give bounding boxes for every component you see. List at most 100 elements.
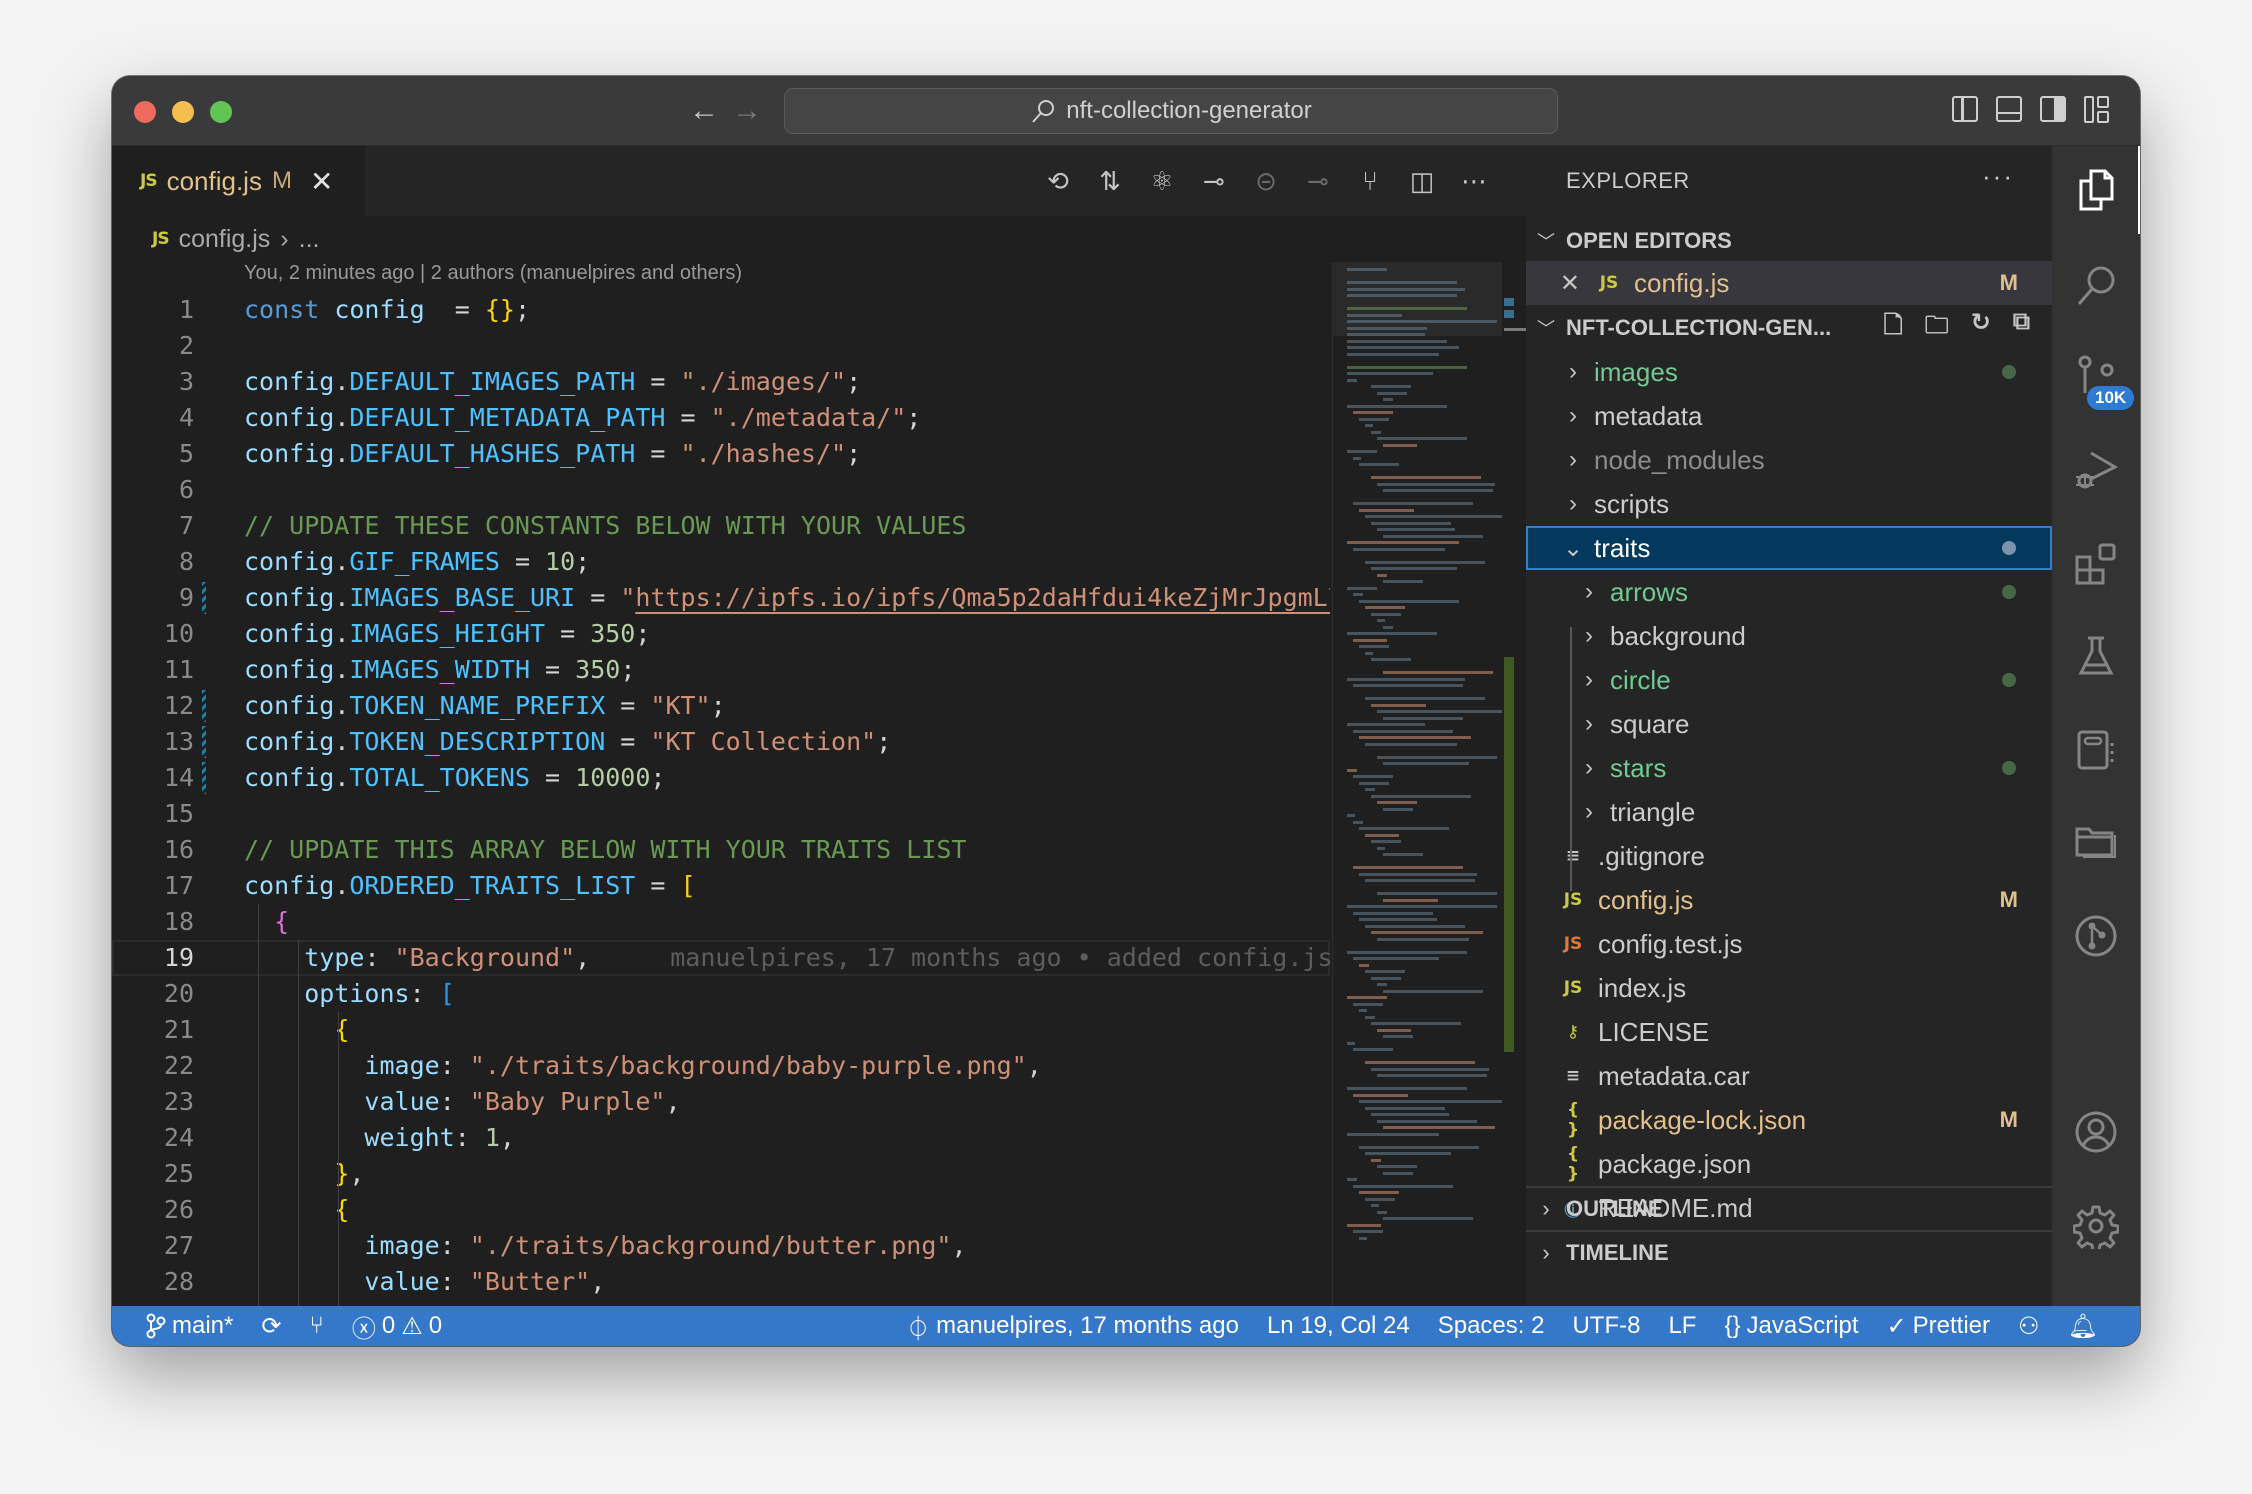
activity-notebook[interactable] <box>2052 706 2140 794</box>
tree-folder[interactable]: › circle <box>1526 658 2052 702</box>
customize-layout-icon[interactable] <box>2084 96 2110 123</box>
code-line[interactable]: 19 type: "Background", manuelpires, 17 mo… <box>112 940 1330 976</box>
status-formatter[interactable]: ✓ Prettier <box>1873 1312 2004 1341</box>
tab-config-js[interactable]: JS config.js M ✕ <box>112 146 365 216</box>
tree-folder[interactable]: › triangle <box>1526 790 2052 834</box>
tree-file[interactable]: JS config.test.js <box>1526 922 2052 966</box>
status-eol[interactable]: LF <box>1654 1312 1710 1340</box>
activity-manage[interactable] <box>2052 1182 2140 1270</box>
status-git-blame[interactable]: ⏀ manuelpires, 17 months ago <box>892 1309 1253 1344</box>
status-cursor-position[interactable]: Ln 19, Col 24 <box>1253 1312 1424 1340</box>
tree-file[interactable]: JS index.js <box>1526 966 2052 1010</box>
tree-file[interactable]: JS config.js M <box>1526 878 2052 922</box>
code-line[interactable]: 23 value: "Baby Purple", <box>112 1084 1330 1120</box>
breadcrumb-symbols[interactable]: ... <box>299 225 320 254</box>
open-editors-header[interactable]: ﹀ OPEN EDITORS <box>1526 221 2052 261</box>
code-line[interactable]: 15 <box>112 796 1330 832</box>
code-line[interactable]: 17 config.ORDERED_TRAITS_LIST = [ <box>112 868 1330 904</box>
status-live-share[interactable]: ⚇ <box>2004 1312 2054 1341</box>
toggle-panel-icon[interactable] <box>1996 96 2022 122</box>
close-window-button[interactable] <box>134 101 156 123</box>
tree-file[interactable]: ≡ metadata.car <box>1526 1054 2052 1098</box>
tree-folder[interactable]: › node_modules <box>1526 438 2052 482</box>
explorer-more-actions-icon[interactable]: ··· <box>1982 146 2014 216</box>
activity-project-manager[interactable] <box>2052 796 2140 884</box>
modified-line-gutter-marker[interactable] <box>202 582 206 614</box>
code-line[interactable]: 20 options: [ <box>112 976 1330 1012</box>
code-line[interactable]: 25 }, <box>112 1156 1330 1192</box>
modified-line-gutter-marker[interactable] <box>202 726 206 758</box>
maximize-window-button[interactable] <box>210 101 232 123</box>
code-line[interactable]: 16 // UPDATE THIS ARRAY BELOW WITH YOUR T… <box>112 832 1330 868</box>
code-line[interactable]: 26 { <box>112 1192 1330 1228</box>
tree-folder[interactable]: › background <box>1526 614 2052 658</box>
modified-line-gutter-marker[interactable] <box>202 690 206 722</box>
git-graph-icon[interactable]: ⑂ <box>1354 165 1386 197</box>
git-blame-codelens[interactable]: You, 2 minutes ago | 2 authors (manuelpi… <box>244 262 742 292</box>
minimap[interactable] <box>1332 262 1502 1306</box>
split-editor-icon[interactable]: ◫ <box>1406 165 1438 197</box>
code-line[interactable]: 5 config.DEFAULT_HASHES_PATH = "./hashes/… <box>112 436 1330 472</box>
previous-change-icon[interactable]: ⊸ <box>1198 165 1230 197</box>
activity-source-control[interactable]: 10K <box>2052 332 2140 420</box>
open-editor-item[interactable]: ✕ JS config.js M <box>1526 261 2052 305</box>
tree-file[interactable]: { } package-lock.json M <box>1526 1098 2052 1142</box>
status-sync[interactable]: ⟳ <box>247 1312 295 1341</box>
code-line[interactable]: 7 // UPDATE THESE CONSTANTS BELOW WITH YO… <box>112 508 1330 544</box>
toggle-primary-sidebar-icon[interactable] <box>1952 96 1978 122</box>
new-folder-icon[interactable]: 🗀 <box>1925 308 1949 349</box>
activity-extensions[interactable] <box>2052 520 2140 608</box>
status-git-graph[interactable]: ⑂ <box>295 1312 337 1340</box>
workspace-folder-header[interactable]: ﹀ NFT-COLLECTION-GEN... 🗋 🗀 ↻ ⧉ <box>1526 308 2052 348</box>
code-editor[interactable]: 1 const config = {}; 2 3 config.DEFAULT_IMAG… <box>112 292 1330 1306</box>
code-line[interactable]: 27 image: "./traits/background/butter.pn… <box>112 1228 1330 1264</box>
code-line[interactable]: 4 config.DEFAULT_METADATA_PATH = "./metad… <box>112 400 1330 436</box>
activity-explorer[interactable] <box>2052 146 2140 234</box>
code-line[interactable]: 22 image: "./traits/background/baby-purp… <box>112 1048 1330 1084</box>
close-editor-icon[interactable]: ✕ <box>1526 269 1580 298</box>
status-problems[interactable]: ⓧ 0 ⚠ 0 <box>338 1309 456 1344</box>
tree-folder[interactable]: › stars <box>1526 746 2052 790</box>
code-line[interactable]: 11 config.IMAGES_WIDTH = 350; <box>112 652 1330 688</box>
close-tab-icon[interactable]: ✕ <box>310 165 333 198</box>
outline-section-header[interactable]: › OUTLINE <box>1526 1186 2052 1230</box>
activity-search[interactable] <box>2052 242 2140 330</box>
code-line[interactable]: 24 weight: 1, <box>112 1120 1330 1156</box>
code-line[interactable]: 10 config.IMAGES_HEIGHT = 350; <box>112 616 1330 652</box>
code-line[interactable]: 18 { <box>112 904 1330 940</box>
tree-folder[interactable]: › square <box>1526 702 2052 746</box>
code-line[interactable]: 28 value: "Butter", <box>112 1264 1330 1300</box>
collapse-all-icon[interactable]: ⧉ <box>2013 308 2030 349</box>
timeline-section-header[interactable]: › TIMELINE <box>1526 1230 2052 1274</box>
go-forward-button[interactable]: → <box>732 94 762 128</box>
tree-folder[interactable]: › arrows <box>1526 570 2052 614</box>
code-line[interactable]: 6 <box>112 472 1330 508</box>
code-line[interactable]: 3 config.DEFAULT_IMAGES_PATH = "./images/… <box>112 364 1330 400</box>
open-changes-icon[interactable]: ⇅ <box>1094 165 1126 197</box>
toggle-secondary-sidebar-icon[interactable] <box>2040 96 2066 122</box>
activity-testing[interactable] <box>2052 612 2140 700</box>
code-line[interactable]: 2 <box>112 328 1330 364</box>
tree-folder[interactable]: › scripts <box>1526 482 2052 526</box>
status-notifications[interactable]: 🔔︎ <box>2054 1312 2112 1341</box>
refresh-icon[interactable]: ↻ <box>1971 308 1991 349</box>
code-line[interactable]: 9 config.IMAGES_BASE_URI = "https://ipfs.… <box>112 580 1330 616</box>
activity-git-graph[interactable] <box>2052 892 2140 980</box>
minimize-window-button[interactable] <box>172 101 194 123</box>
command-center-search[interactable]: nft-collection-generator <box>784 88 1558 134</box>
code-line[interactable]: 13 config.TOKEN_DESCRIPTION = "KT Collect… <box>112 724 1330 760</box>
react-search-icon[interactable]: ⚛ <box>1146 165 1178 197</box>
tree-folder[interactable]: › metadata <box>1526 394 2052 438</box>
new-file-icon[interactable]: 🗋 <box>1883 308 1902 349</box>
toggle-blame-icon[interactable]: ⊝ <box>1250 165 1282 197</box>
tree-file[interactable]: { } package.json <box>1526 1142 2052 1186</box>
tree-file[interactable]: ⚷ LICENSE <box>1526 1010 2052 1054</box>
status-branch[interactable]: main* <box>132 1312 247 1340</box>
status-language[interactable]: {} JavaScript <box>1710 1312 1872 1340</box>
breadcrumb-file[interactable]: config.js <box>179 225 271 254</box>
code-line[interactable]: 8 config.GIF_FRAMES = 10; <box>112 544 1330 580</box>
go-back-button[interactable]: ← <box>689 94 719 128</box>
minimap-slider[interactable] <box>1333 262 1502 336</box>
activity-run-debug[interactable] <box>2052 426 2140 514</box>
more-actions-icon[interactable]: ⋯ <box>1458 165 1490 197</box>
